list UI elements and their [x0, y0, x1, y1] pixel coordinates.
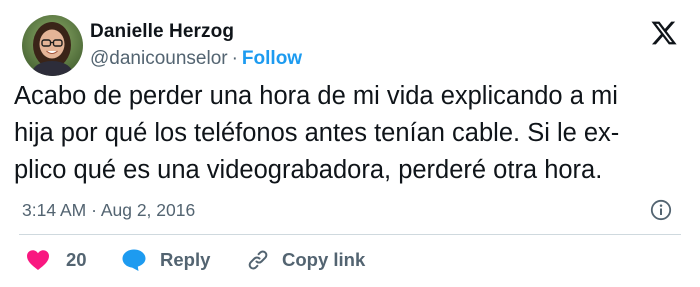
reply-button[interactable]: Reply [121, 245, 210, 275]
author-handle-row: @danicounselor · Follow [90, 48, 302, 70]
divider [19, 234, 681, 235]
tweet-time: 3:14 AM [22, 200, 87, 220]
like-button[interactable]: 20 [26, 245, 87, 275]
x-logo-icon[interactable] [650, 19, 678, 47]
copy-link-label: Copy link [282, 249, 366, 270]
timestamp[interactable]: 3:14 AM · Aug 2, 2016 [22, 200, 195, 221]
tweet-text-line: Acabo de perder una hora de mi vida expl… [14, 82, 618, 110]
info-icon[interactable] [650, 199, 672, 221]
author-handle[interactable]: @danicounselor [90, 48, 228, 69]
avatar-image [22, 15, 83, 76]
tweet-date: Aug 2, 2016 [100, 200, 196, 220]
follow-button[interactable]: Follow [242, 48, 302, 69]
reply-label: Reply [160, 249, 211, 270]
speech-bubble-icon [122, 249, 146, 271]
info-glyph [650, 199, 672, 221]
like-count: 20 [66, 249, 87, 270]
link-icon [248, 250, 268, 270]
tweet-card: Danielle Herzog @danicounselor · Follow Ac… [0, 0, 700, 287]
tweet-text-line: plico qué es una videograbadora, perderé… [14, 156, 603, 184]
x-logo-glyph [651, 21, 677, 45]
avatar[interactable] [22, 15, 83, 76]
handle-separator: · [231, 48, 238, 69]
timestamp-separator: · [91, 200, 97, 220]
tweet-text-line: hija por qué los teléfonos antes tenían … [14, 119, 620, 147]
heart-icon [27, 250, 49, 270]
copy-link-button[interactable]: Copy link [246, 245, 365, 275]
author-name[interactable]: Danielle Herzog [90, 21, 234, 43]
tweet-text: Acabo de perder una hora de mi vida expl… [14, 78, 686, 189]
